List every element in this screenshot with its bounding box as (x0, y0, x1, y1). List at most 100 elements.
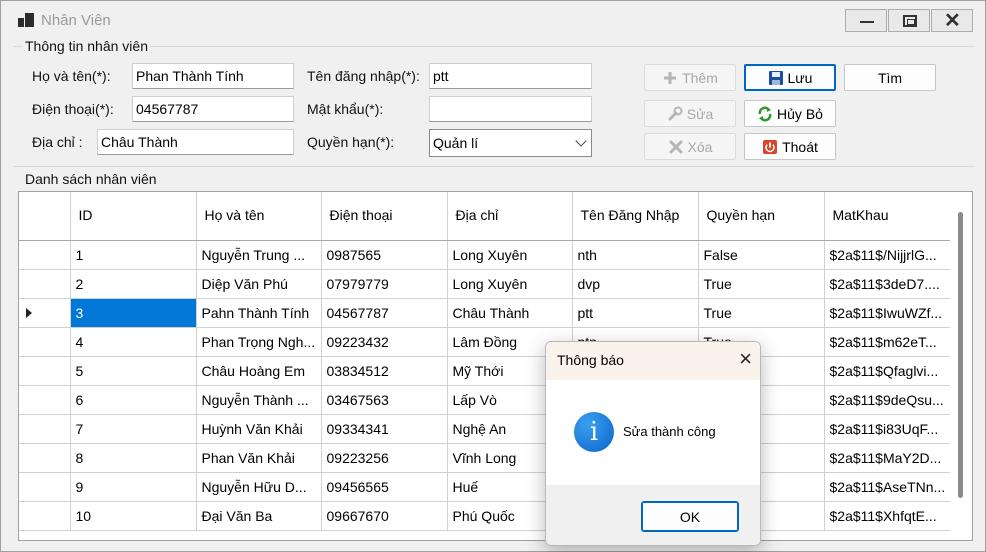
table-row[interactable]: 2 Diệp Văn Phú 07979779 Long Xuyên dvp True $2… (19, 269, 952, 299)
row-header[interactable] (19, 385, 71, 415)
address-input[interactable]: Châu Thành (97, 129, 294, 155)
cell-phone[interactable]: 03467563 (321, 385, 448, 415)
cell-password[interactable]: $2a$11$XhfqtE... (824, 501, 952, 531)
row-header[interactable] (19, 472, 71, 502)
column-header-fullname[interactable]: Họ và tên (196, 192, 322, 241)
cell-fullname[interactable]: Diệp Văn Phú (196, 269, 322, 299)
column-header-address[interactable]: Địa chỉ (447, 192, 573, 241)
row-header[interactable] (19, 356, 71, 386)
column-header-password[interactable]: MatKhau (824, 192, 952, 241)
column-header-id[interactable]: ID (70, 192, 197, 241)
cell-password[interactable]: $2a$11$AseTNn... (824, 472, 952, 502)
cell-fullname[interactable]: Huỳnh Văn Khải (196, 414, 322, 444)
cell-password[interactable]: $2a$11$3deD7.... (824, 269, 952, 299)
title-bar[interactable]: Nhân Viên ✕ (1, 1, 985, 39)
list-group-title: Danh sách nhân viên (23, 171, 159, 187)
minimize-button[interactable] (845, 9, 887, 32)
close-button[interactable]: ✕ (931, 9, 973, 32)
row-header[interactable] (19, 240, 71, 270)
cell-phone[interactable]: 0987565 (321, 240, 448, 270)
cell-id[interactable]: 8 (70, 443, 197, 473)
cell-password[interactable]: $2a$11$m62eT... (824, 327, 952, 357)
cell-address[interactable]: Long Xuyên (447, 240, 573, 270)
vertical-scrollbar[interactable] (950, 192, 972, 540)
table-row[interactable]: 1 Nguyễn Trung ... 0987565 Long Xuyên nth Fal… (19, 240, 952, 270)
cell-id[interactable]: 2 (70, 269, 197, 299)
row-header[interactable] (19, 443, 71, 473)
table-row[interactable]: 5 Châu Hoàng Em 03834512 Mỹ Thới $2a$11$Qfag… (19, 356, 952, 386)
table-row[interactable]: 10 Đại Văn Ba 09667670 Phú Quốc $2a$11$Xhfqt… (19, 501, 952, 531)
cell-username[interactable]: dvp (572, 269, 699, 299)
cell-fullname[interactable]: Nguyễn Hữu D... (196, 472, 322, 502)
fullname-input[interactable]: Phan Thành Tính (132, 63, 294, 89)
cell-phone[interactable]: 09667670 (321, 501, 448, 531)
table-row[interactable]: 9 Nguyễn Hữu D... 09456565 Huế $2a$11$AseTNn… (19, 472, 952, 502)
row-header[interactable] (19, 269, 71, 299)
phone-input[interactable]: 04567787 (132, 96, 294, 122)
cell-fullname[interactable]: Pahn Thành Tính (196, 298, 322, 328)
row-header[interactable] (19, 298, 71, 328)
table-row[interactable]: 6 Nguyễn Thành ... 03467563 Lấp Vò $2a$11$9d… (19, 385, 952, 415)
password-input[interactable] (429, 96, 592, 122)
cancel-button[interactable]: Hủy Bỏ (744, 100, 836, 127)
cell-address[interactable]: Châu Thành (447, 298, 573, 328)
cell-role[interactable]: True (698, 298, 825, 328)
cell-username[interactable]: nth (572, 240, 699, 270)
cell-phone[interactable]: 07979779 (321, 269, 448, 299)
cell-fullname[interactable]: Phan Văn Khải (196, 443, 322, 473)
save-button[interactable]: Lưu (744, 64, 836, 91)
table-row[interactable]: 4Phan Trọng Ngh...09223432Lâm ĐồngptnTru… (19, 327, 952, 357)
table-row[interactable]: 3 Pahn Thành Tính 04567787 Châu Thành ptt Tru… (19, 298, 952, 328)
cell-phone[interactable]: 09223432 (321, 327, 448, 357)
cell-fullname[interactable]: Châu Hoàng Em (196, 356, 322, 386)
table-row[interactable]: 7 Huỳnh Văn Khải 09334341 Nghệ An $2a$11$i83… (19, 414, 952, 444)
cell-phone[interactable]: 09334341 (321, 414, 448, 444)
edit-button[interactable]: Sửa (644, 100, 736, 127)
cell-role[interactable]: True (698, 269, 825, 299)
delete-button[interactable]: Xóa (644, 133, 736, 160)
cell-password[interactable]: $2a$11$/NijjrlG... (824, 240, 952, 270)
cell-fullname[interactable]: Nguyễn Trung ... (196, 240, 322, 270)
cell-role[interactable]: False (698, 240, 825, 270)
cell-id[interactable]: 7 (70, 414, 197, 444)
find-button[interactable]: Tìm (844, 64, 936, 91)
scrollbar-thumb[interactable] (958, 212, 963, 498)
exit-button[interactable]: Thoát (744, 133, 836, 160)
table-row[interactable]: 8 Phan Văn Khải 09223256 Vĩnh Long $2a$11$Ma… (19, 443, 952, 473)
column-header-role[interactable]: Quyền hạn (698, 192, 825, 241)
cell-password[interactable]: $2a$11$Qfaglvi... (824, 356, 952, 386)
cell-id[interactable]: 9 (70, 472, 197, 502)
cell-fullname[interactable]: Phan Trọng Ngh... (196, 327, 322, 357)
cell-id[interactable]: 4 (70, 327, 197, 357)
cell-id[interactable]: 5 (70, 356, 197, 386)
role-select[interactable]: Quản lí (429, 129, 592, 157)
dialog-title-bar[interactable]: Thông báo × (546, 342, 760, 380)
username-input[interactable]: ptt (429, 63, 592, 89)
cell-phone[interactable]: 09456565 (321, 472, 448, 502)
cell-username[interactable]: ptt (572, 298, 699, 328)
cell-fullname[interactable]: Đại Văn Ba (196, 501, 322, 531)
ok-button[interactable]: OK (641, 501, 739, 532)
row-header[interactable] (19, 327, 71, 357)
cell-password[interactable]: $2a$11$9deQsu... (824, 385, 952, 415)
column-header-username[interactable]: Tên Đăng Nhập (572, 192, 699, 241)
cell-password[interactable]: $2a$11$i83UqF... (824, 414, 952, 444)
employee-grid[interactable]: ID Họ và tên Điện thoại Địa chỉ Tên Đăng… (18, 191, 973, 541)
cell-id[interactable]: 10 (70, 501, 197, 531)
cell-id[interactable]: 6 (70, 385, 197, 415)
cell-id[interactable]: 3 (70, 298, 197, 328)
row-header[interactable] (19, 501, 71, 531)
cell-id[interactable]: 1 (70, 240, 197, 270)
add-button[interactable]: Thêm (644, 64, 736, 91)
row-header[interactable] (19, 414, 71, 444)
cell-phone[interactable]: 04567787 (321, 298, 448, 328)
cell-password[interactable]: $2a$11$MaY2D... (824, 443, 952, 473)
cell-phone[interactable]: 03834512 (321, 356, 448, 386)
cell-fullname[interactable]: Nguyễn Thành ... (196, 385, 322, 415)
dialog-close-icon[interactable]: × (739, 346, 752, 372)
cell-password[interactable]: $2a$11$IwuWZf... (824, 298, 952, 328)
column-header-phone[interactable]: Điện thoại (321, 192, 448, 241)
cell-phone[interactable]: 09223256 (321, 443, 448, 473)
cell-address[interactable]: Long Xuyên (447, 269, 573, 299)
maximize-button[interactable] (888, 9, 930, 32)
